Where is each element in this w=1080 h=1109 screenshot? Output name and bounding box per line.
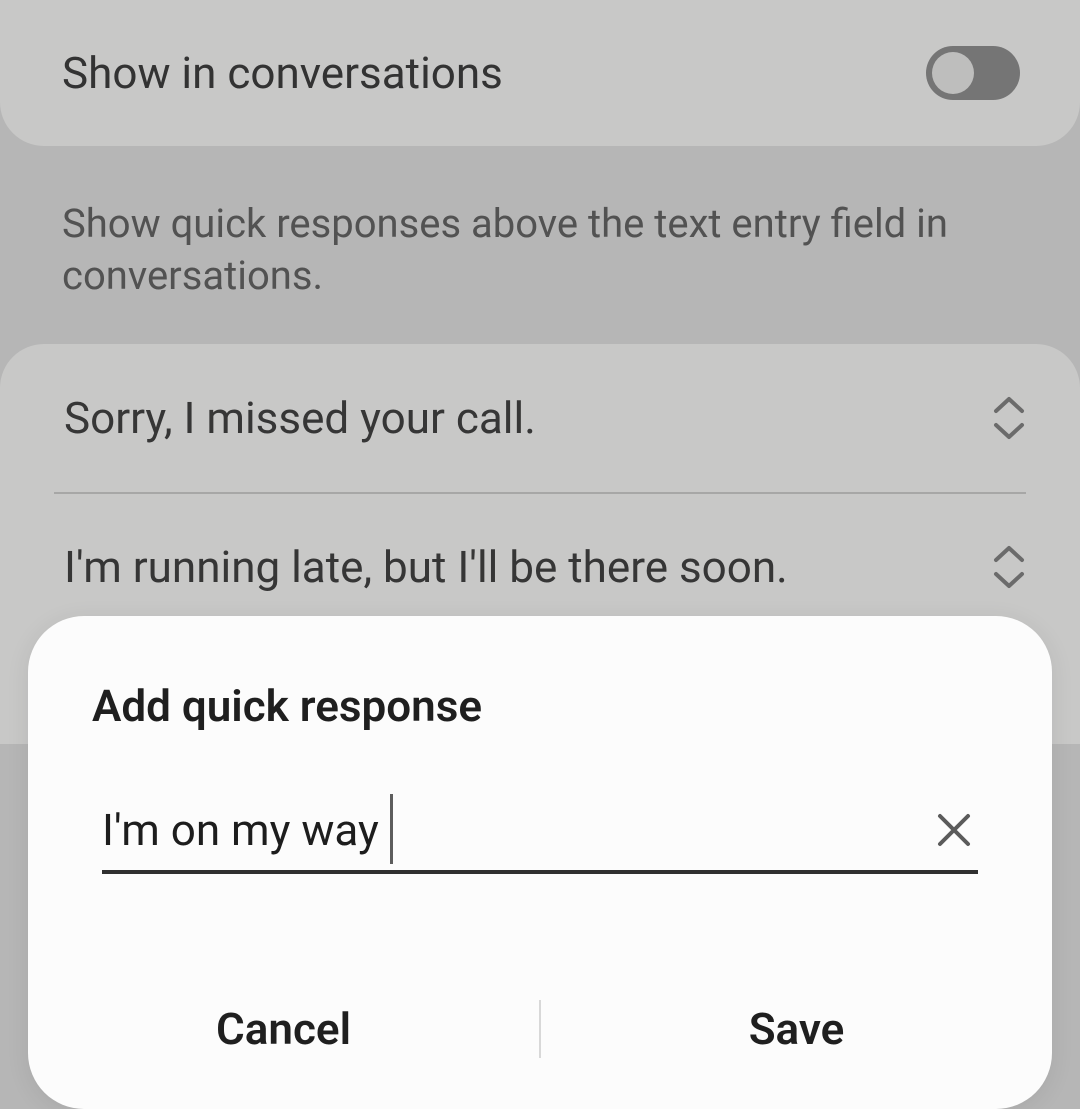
close-icon — [936, 812, 972, 848]
add-quick-response-dialog: Add quick response Cancel Save — [28, 616, 1052, 1109]
dialog-title: Add quick response — [28, 680, 1052, 732]
input-container — [102, 800, 978, 874]
clear-input-button[interactable] — [930, 806, 978, 854]
text-cursor — [390, 794, 393, 864]
quick-response-input[interactable] — [102, 800, 930, 860]
dialog-actions: Cancel Save — [28, 949, 1052, 1109]
save-button[interactable]: Save — [541, 949, 1052, 1109]
cancel-button[interactable]: Cancel — [28, 949, 539, 1109]
